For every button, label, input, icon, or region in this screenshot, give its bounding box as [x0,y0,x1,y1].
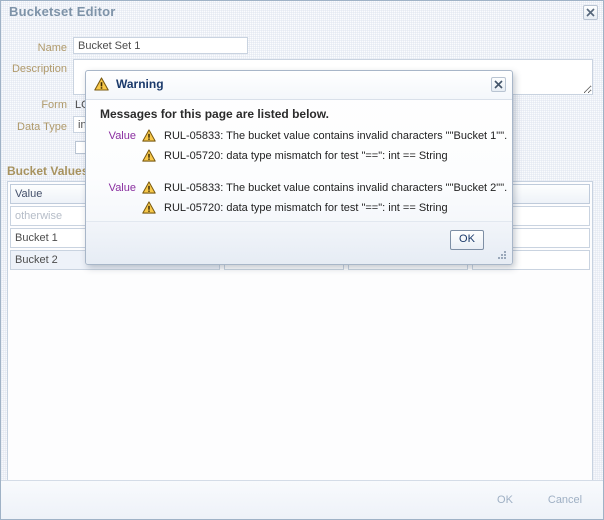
close-glyph [494,80,503,89]
form-label: Form [41,99,67,111]
ok-button[interactable]: OK [479,490,531,510]
dialog-ok-button[interactable]: OK [450,230,484,250]
name-label: Name [37,42,67,54]
message-text: RUL-05833: The bucket value contains inv… [164,130,508,142]
name-input[interactable] [73,37,248,54]
description-label: Description [11,63,67,75]
bucket-values-title: Bucket Values [7,164,89,178]
warning-triangle-icon [142,149,156,165]
page-title: Bucketset Editor [9,4,116,19]
dialog-heading: Messages for this page are listed below. [100,107,329,121]
dialog-titlebar: Warning [86,71,512,100]
message-text: RUL-05833: The bucket value contains inv… [164,182,508,194]
dialog-title: Warning [116,77,164,91]
editor-footer: OK Cancel [1,480,603,519]
message-text: RUL-05720: data type mismatch for test "… [164,202,448,214]
bucketset-editor-window: Bucketset Editor Name Description Form L… [0,0,604,520]
message-text: RUL-05720: data type mismatch for test "… [164,150,448,162]
warning-dialog: Warning Messages for this page are liste… [85,70,513,265]
warning-triangle-icon [142,181,156,197]
dialog-footer: OK [86,221,512,264]
resize-grip-icon[interactable] [497,250,507,260]
data-type-label: Data Type [17,121,67,133]
warning-triangle-icon [142,201,156,217]
cancel-button[interactable]: Cancel [537,490,593,510]
close-icon[interactable] [583,5,598,20]
close-glyph [586,8,595,17]
close-icon[interactable] [491,77,506,92]
warning-triangle-icon [94,77,109,94]
message-field-label: Value [108,182,136,194]
message-field-label: Value [108,130,136,142]
dialog-body: Messages for this page are listed below.… [86,99,512,222]
editor-titlebar: Bucketset Editor [1,1,603,25]
warning-triangle-icon [142,129,156,145]
